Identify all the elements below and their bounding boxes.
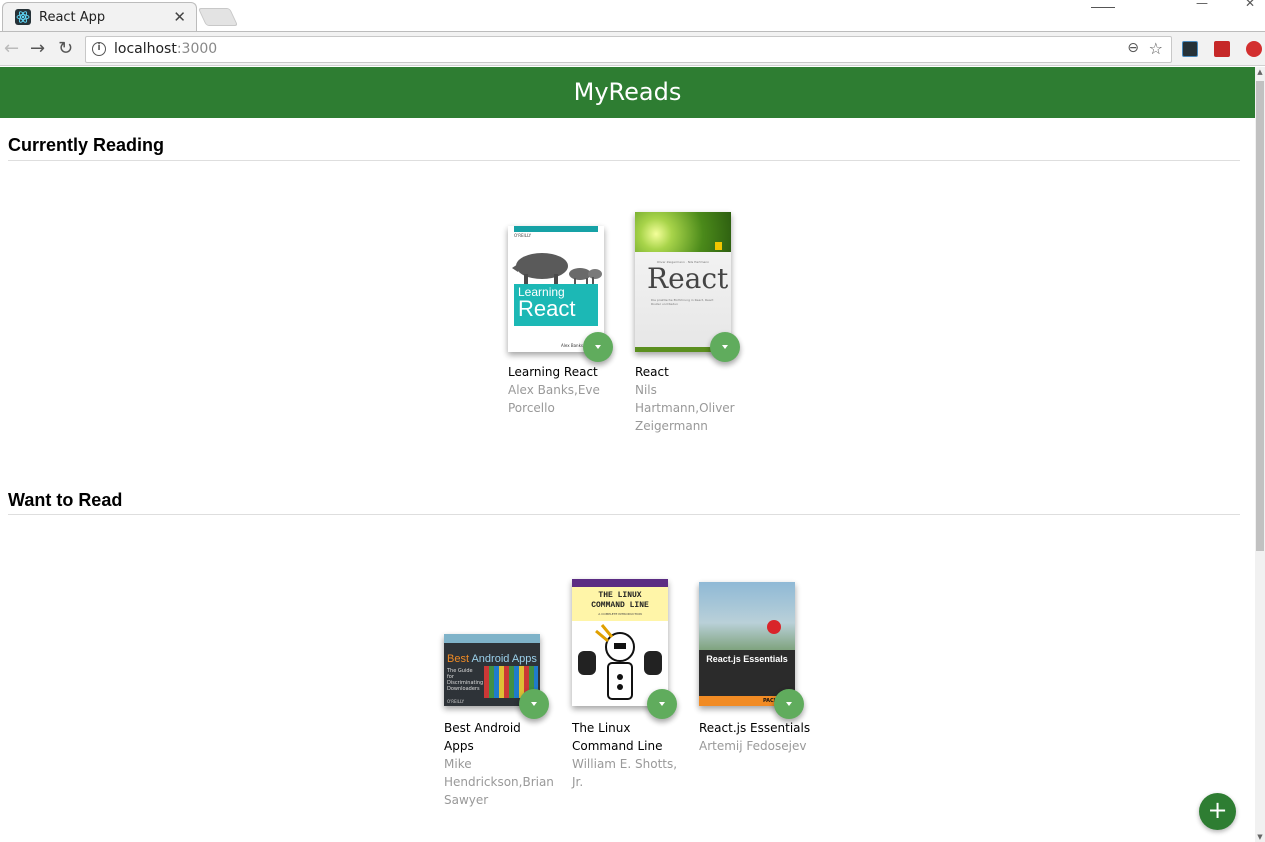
open-search-button[interactable]: + — [1199, 793, 1236, 830]
cover-top-band — [444, 634, 540, 643]
new-tab-button[interactable] — [197, 8, 239, 26]
book-title: React.js Essentials — [699, 721, 811, 735]
cover-red-tree — [767, 620, 781, 634]
browser-tab[interactable]: React App ✕ — [2, 2, 197, 32]
reload-icon[interactable]: ↻ — [58, 38, 73, 59]
scroll-thumb[interactable] — [1256, 81, 1264, 551]
extension-3-icon[interactable] — [1246, 41, 1262, 57]
url-host: localhost — [114, 41, 177, 57]
author-line: Jr. — [572, 775, 584, 789]
cover-title: React.js Essentials — [706, 654, 788, 664]
close-window-button[interactable]: ✕ — [1245, 0, 1255, 10]
title-line: The Linux — [572, 721, 631, 735]
site-info-icon[interactable]: i — [92, 42, 106, 56]
page-scrollbar[interactable]: ▲ ▼ — [1255, 67, 1265, 842]
book-authors: Artemij Fedosejev — [699, 737, 819, 755]
cover-line1: THE LINUX — [598, 591, 642, 600]
browser-tabstrip: React App ✕ — ✕ — [0, 0, 1265, 32]
author-line: Hartmann,Oliver — [635, 401, 735, 415]
author-line: Artemij Fedosejev — [699, 739, 807, 753]
bookmark-star-icon[interactable]: ☆ — [1149, 39, 1163, 58]
page-viewport: MyReads Currently Reading O'REILLY Learn… — [0, 67, 1255, 842]
extension-2-icon[interactable] — [1214, 41, 1230, 57]
shelf-title-want-to-read: Want to Read — [8, 490, 123, 510]
author-line: Alex Banks,Eve — [508, 383, 600, 397]
cover-blurb: The Guide for Discriminating Downloaders — [447, 668, 484, 692]
author-line: Nils — [635, 383, 657, 397]
cover-top-band — [572, 579, 668, 587]
author-line: Hendrickson,Brian — [444, 775, 554, 789]
shelf-title-currently-reading: Currently Reading — [8, 135, 165, 155]
cover-title-line: Best Android Apps — [447, 653, 537, 665]
title-line: Best Android — [444, 721, 521, 735]
author-line: William E. Shotts, — [572, 757, 678, 771]
app-title: MyReads — [573, 78, 682, 106]
cover-sub: A COMPLETE INTRODUCTION — [598, 612, 642, 616]
url-text[interactable]: localhost:3000 — [114, 41, 217, 57]
cover-sky-illustration — [699, 582, 795, 650]
cover-brand: O'REILLY — [447, 699, 465, 704]
shelf-divider — [8, 160, 1240, 161]
cover-title-band: Learning React — [514, 284, 598, 326]
book-authors: William E. Shotts, Jr. — [572, 755, 682, 791]
extension-1-icon[interactable] — [1182, 41, 1198, 57]
cover-badge — [715, 242, 722, 250]
forward-icon[interactable]: → — [30, 38, 45, 59]
url-port: :3000 — [176, 41, 218, 57]
shelf-changer-button[interactable] — [774, 689, 804, 719]
minimize-button[interactable]: — — [1196, 0, 1208, 10]
zoom-icon[interactable]: ⊖ — [1127, 40, 1139, 56]
book-cover-react[interactable]: Oliver Zeigermann · Nils Hartmann React … — [635, 212, 731, 352]
cover-brand: O'REILLY — [514, 233, 532, 238]
cover-line2: React — [518, 296, 576, 321]
scroll-up-icon[interactable]: ▲ — [1256, 68, 1264, 76]
author-line: Porcello — [508, 401, 555, 415]
app-header: MyReads — [0, 67, 1255, 118]
user-profile-icon[interactable] — [1091, 2, 1115, 8]
cover-word: React — [647, 262, 729, 295]
shelf-changer-button[interactable] — [647, 689, 677, 719]
book-title: React — [635, 365, 669, 379]
boar-illustration-icon — [512, 253, 602, 286]
shelf-changer-button[interactable] — [583, 332, 613, 362]
scroll-down-icon[interactable]: ▼ — [1256, 833, 1264, 841]
back-icon[interactable]: ← — [4, 38, 19, 59]
author-line: Sawyer — [444, 793, 489, 807]
title-line: Command Line — [572, 739, 663, 753]
address-bar[interactable]: i localhost:3000 ⊖ ☆ — [85, 36, 1172, 63]
book-cover-linux-command-line[interactable]: THE LINUX COMMAND LINE A COMPLETE INTROD… — [572, 579, 668, 706]
book-title: Learning React — [508, 365, 598, 379]
book-authors: Mike Hendrickson,Brian Sawyer — [444, 755, 554, 809]
cover-stripe — [514, 226, 598, 232]
book-authors: Nils Hartmann,Oliver Zeigermann — [635, 381, 745, 435]
shelf-divider — [8, 514, 1240, 515]
book-title: The Linux Command Line — [572, 719, 682, 755]
book-cover-reactjs-essentials[interactable]: React.js Essentials PACKT — [699, 582, 795, 706]
author-line: Mike — [444, 757, 472, 771]
book-title: Best Android Apps — [444, 719, 554, 755]
shelf-changer-button[interactable] — [710, 332, 740, 362]
cover-blurb: Die praktische Einführung in React, Reac… — [651, 298, 714, 306]
author-line: Zeigermann — [635, 419, 708, 433]
tab-title: React App — [39, 10, 106, 25]
browser-toolbar: ← → ↻ i localhost:3000 ⊖ ☆ — [0, 31, 1265, 66]
cover-line1: Best — [447, 653, 470, 665]
react-favicon-icon — [15, 9, 31, 25]
tab-close-icon[interactable]: ✕ — [173, 8, 186, 26]
title-line: Apps — [444, 739, 474, 753]
cover-line2: COMMAND LINE — [591, 601, 649, 610]
shelf-changer-button[interactable] — [519, 689, 549, 719]
cover-line2: Android Apps — [471, 653, 537, 665]
book-authors: Alex Banks,Eve Porcello — [508, 381, 618, 417]
